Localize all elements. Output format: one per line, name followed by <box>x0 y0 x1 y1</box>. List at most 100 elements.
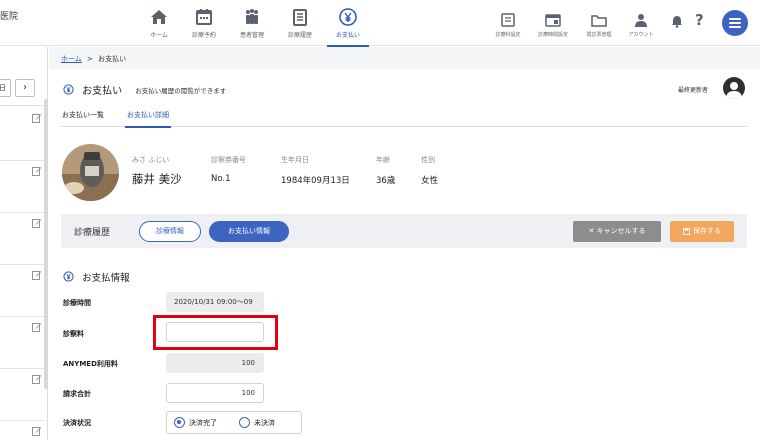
patient-list-pane: 日 › <box>0 47 48 440</box>
treatment-time-field: 2020/10/31 09:00〜09 <box>166 292 264 312</box>
util-questionnaire-label: 問診票管理 <box>586 32 612 38</box>
home-icon <box>151 10 167 24</box>
yen-icon <box>63 84 74 95</box>
consultation-fee-label: 診察料 <box>63 330 84 338</box>
edit-icon[interactable] <box>32 322 42 332</box>
list-scrollbar[interactable] <box>44 99 48 389</box>
patient-kana: みさ ふじい <box>132 156 170 164</box>
hours-settings-icon <box>545 14 561 27</box>
payment-section-title-row: お支払情報 <box>63 266 130 285</box>
list-divider <box>0 105 44 106</box>
nav-payment-label: お支払い <box>335 32 360 39</box>
last-updater-label: 最終更新者 <box>678 87 709 94</box>
tab-payment-list[interactable]: お支払い一覧 <box>62 110 104 120</box>
edit-icon[interactable] <box>32 374 42 384</box>
billing-total-label: 請求合計 <box>63 390 91 398</box>
nav-history-label: 診療履歴 <box>287 32 312 39</box>
history-icon <box>293 9 307 26</box>
save-button[interactable]: 保存する <box>670 221 734 242</box>
edit-icon[interactable] <box>32 426 42 436</box>
radio-unpaid[interactable]: 未決済 <box>239 417 275 428</box>
birthdate-label: 生年月日 <box>281 156 309 164</box>
sex-label: 性別 <box>421 156 435 164</box>
util-questionnaire[interactable]: 問診票管理 <box>577 13 621 38</box>
edit-icon[interactable] <box>32 113 42 123</box>
highlight-box <box>153 315 278 350</box>
list-divider <box>0 368 44 369</box>
yen-icon <box>339 8 357 26</box>
tab-payment-detail[interactable]: お支払い詳細 <box>125 110 171 128</box>
sex-value: 女性 <box>421 176 439 186</box>
payment-detail-card: お支払い お支払い履歴の閲覧ができます 最終更新者 お支払い一覧 お支払い詳細 <box>49 69 760 440</box>
top-header: 医院 ホーム 診療予約 患者管理 診療履歴 お支払い 診療科設定 診療時間設定 <box>0 0 760 47</box>
edit-icon[interactable] <box>32 218 42 228</box>
billing-total-field[interactable]: 100 <box>166 383 264 403</box>
util-department-settings[interactable]: 診療科設定 <box>486 13 530 38</box>
birthdate-field: 生年月日 1984年09月13日 <box>281 155 350 186</box>
page-title: お支払い <box>82 86 123 97</box>
card-number-field: 診察券番号 No.1 <box>211 155 246 184</box>
cancel-button[interactable]: ✕ キャンセルする <box>573 221 661 242</box>
list-divider <box>0 160 44 161</box>
breadcrumb: ホーム > お支払い <box>61 54 126 64</box>
patient-name-field: みさ ふじい 藤井 美沙 <box>132 155 182 187</box>
bell-icon[interactable] <box>671 15 683 28</box>
nav-appointments-label: 診療予約 <box>191 32 216 39</box>
nav-payment[interactable]: お支払い <box>323 8 373 47</box>
birthdate-value: 1984年09月13日 <box>281 176 350 186</box>
tab-payment-info[interactable]: お支払い情報 <box>209 221 289 242</box>
util-department-settings-label: 診療科設定 <box>495 32 521 38</box>
radio-unpaid-label: 未決済 <box>254 418 275 427</box>
save-button-label: 保存する <box>693 227 721 235</box>
util-account[interactable]: アカウント <box>619 13 663 38</box>
clinic-name: 医院 <box>0 12 19 22</box>
menu-bar <box>729 18 741 20</box>
menu-bar <box>729 26 741 28</box>
patients-icon <box>246 9 258 24</box>
list-divider <box>0 264 44 265</box>
avatar[interactable] <box>723 77 745 99</box>
pager-date-box[interactable]: 日 <box>0 79 11 97</box>
tab-bar: お支払い一覧 お支払い詳細 <box>61 107 747 128</box>
account-icon <box>635 14 647 27</box>
patient-name: 藤井 美沙 <box>132 172 182 186</box>
payment-status-radio-group: 決済完了 未決済 <box>166 411 302 434</box>
patient-photo <box>62 144 119 201</box>
radio-paid-indicator <box>174 417 185 428</box>
person-icon <box>726 82 742 99</box>
anymed-fee-field: 100 <box>166 353 264 373</box>
util-hours-settings-label: 診療時間設定 <box>537 32 568 38</box>
department-settings-icon <box>501 13 515 27</box>
hamburger-menu-button[interactable] <box>722 10 748 36</box>
history-section-title: 診療履歴 <box>74 228 111 238</box>
tab-medical-info[interactable]: 診療情報 <box>139 221 201 242</box>
age-label: 年齢 <box>376 156 390 164</box>
card-number-value: No.1 <box>211 174 231 184</box>
list-divider <box>0 316 44 317</box>
page-description: お支払い履歴の閲覧ができます <box>135 86 227 95</box>
list-divider <box>0 420 44 421</box>
patient-photo-image <box>62 144 119 201</box>
calendar-icon <box>196 9 212 25</box>
nav-home[interactable]: ホーム <box>134 8 184 39</box>
util-hours-settings[interactable]: 診療時間設定 <box>531 13 575 38</box>
nav-patients[interactable]: 患者管理 <box>227 8 277 39</box>
nav-history[interactable]: 診療履歴 <box>275 8 325 39</box>
breadcrumb-home-link[interactable]: ホーム <box>61 55 82 63</box>
edit-icon[interactable] <box>32 166 42 176</box>
treatment-time-label: 診療時間 <box>63 299 91 307</box>
help-icon[interactable]: ? <box>695 11 704 29</box>
sex-field: 性別 女性 <box>421 155 438 186</box>
payment-section-title: お支払情報 <box>82 272 130 284</box>
radio-paid-label: 決済完了 <box>189 418 217 427</box>
page-title-row: お支払い お支払い履歴の閲覧ができます <box>63 79 227 97</box>
radio-paid[interactable]: 決済完了 <box>174 417 217 428</box>
payment-status-label: 決済状況 <box>63 419 91 427</box>
breadcrumb-separator: > <box>87 55 93 63</box>
list-divider <box>0 212 44 213</box>
nav-appointments[interactable]: 診療予約 <box>179 8 229 39</box>
main-content: ホーム > お支払い お支払い お支払い履歴の閲覧ができます 最終更新者 お支払… <box>49 47 760 440</box>
edit-icon[interactable] <box>32 270 42 280</box>
pager-next-button[interactable]: › <box>15 79 35 97</box>
history-action-bar: 診療履歴 診療情報 お支払い情報 ✕ キャンセルする 保存する <box>61 214 747 248</box>
